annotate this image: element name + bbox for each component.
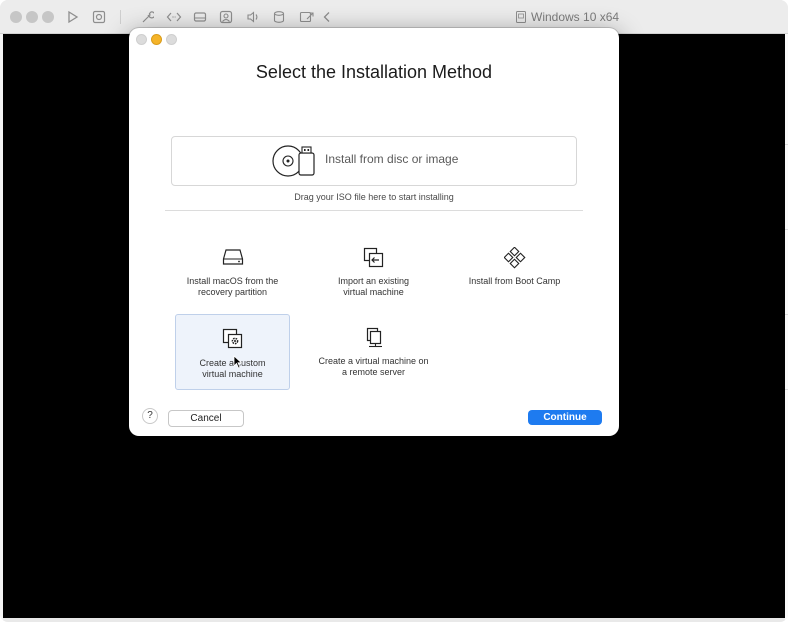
create-custom-vm-option[interactable]: Create a custom virtual machine bbox=[175, 314, 290, 390]
share-icon[interactable] bbox=[299, 9, 315, 25]
install-from-disc-label: Install from disc or image bbox=[325, 152, 459, 166]
disc-usb-icon bbox=[272, 145, 315, 177]
close-window-button[interactable] bbox=[10, 11, 22, 23]
install-from-disc-option[interactable]: Install from disc or image bbox=[171, 136, 577, 186]
option-label: Import an existing virtual machine bbox=[337, 276, 410, 297]
create-remote-vm-option[interactable]: Create a virtual machine on a remote ser… bbox=[316, 322, 431, 396]
dialog-divider bbox=[165, 210, 583, 211]
speaker-icon[interactable] bbox=[246, 9, 260, 25]
cancel-button[interactable]: Cancel bbox=[168, 410, 244, 427]
toolbar-separator bbox=[120, 10, 121, 24]
drag-iso-hint: Drag your ISO file here to start install… bbox=[294, 192, 454, 202]
database-icon[interactable] bbox=[273, 9, 285, 25]
play-icon[interactable] bbox=[67, 9, 79, 25]
dialog-minimize-button[interactable] bbox=[151, 34, 162, 45]
chevron-left-icon[interactable] bbox=[322, 9, 332, 25]
installation-method-dialog: Select the Installation Method Install f… bbox=[129, 28, 619, 436]
snapshot-icon[interactable] bbox=[92, 9, 106, 25]
continue-button[interactable]: Continue bbox=[528, 410, 602, 425]
option-label: Install from Boot Camp bbox=[468, 276, 561, 286]
vm-file-icon bbox=[516, 11, 526, 23]
wrench-icon[interactable] bbox=[140, 9, 154, 25]
custom-vm-icon bbox=[222, 328, 242, 349]
window-title-text: Windows 10 x64 bbox=[531, 10, 620, 24]
install-boot-camp-option[interactable]: Install from Boot Camp bbox=[457, 242, 572, 316]
mouse-cursor-icon bbox=[233, 355, 243, 369]
drive-icon bbox=[222, 249, 243, 265]
user-icon[interactable] bbox=[219, 9, 233, 25]
help-button[interactable]: ? bbox=[142, 408, 158, 424]
import-icon bbox=[363, 247, 383, 268]
option-label: Install macOS from the recovery partitio… bbox=[186, 276, 279, 297]
window-title: Windows 10 x64 bbox=[516, 10, 619, 24]
dialog-close-button[interactable] bbox=[136, 34, 147, 45]
zoom-window-button[interactable] bbox=[42, 11, 54, 23]
install-macos-recovery-option[interactable]: Install macOS from the recovery partitio… bbox=[175, 242, 290, 316]
dialog-title: Select the Installation Method bbox=[255, 62, 493, 82]
remote-server-icon bbox=[366, 327, 382, 348]
dialog-zoom-button[interactable] bbox=[166, 34, 177, 45]
minimize-window-button[interactable] bbox=[26, 11, 38, 23]
hard-disk-icon[interactable] bbox=[193, 9, 207, 25]
bootcamp-icon bbox=[503, 247, 526, 269]
import-existing-vm-option[interactable]: Import an existing virtual machine bbox=[316, 242, 431, 316]
option-label: Create a virtual machine on a remote ser… bbox=[318, 356, 429, 377]
code-icon[interactable] bbox=[166, 9, 182, 25]
